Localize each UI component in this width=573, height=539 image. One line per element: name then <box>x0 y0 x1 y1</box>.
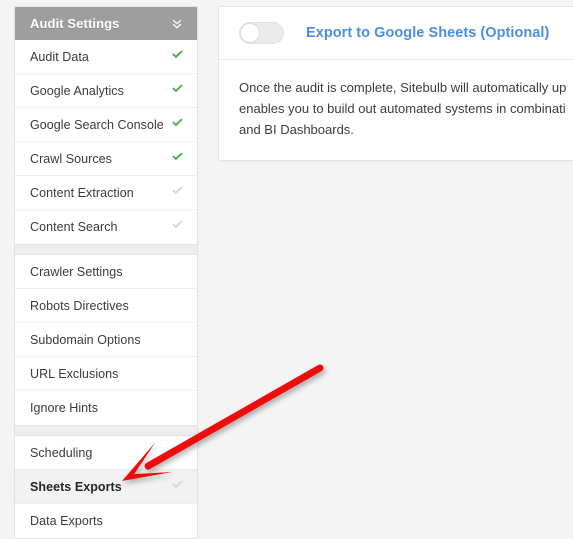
nav-group: Audit Data Google Analytics Google Search … <box>15 40 197 244</box>
nav-group-separator <box>15 425 197 436</box>
sidebar-item-label: Data Exports <box>30 514 103 528</box>
nav-group-separator <box>15 244 197 255</box>
sidebar-item-label: Ignore Hints <box>30 401 98 415</box>
export-to-google-sheets-toggle[interactable] <box>239 22 284 44</box>
sidebar-item-scheduling[interactable]: Scheduling <box>15 436 197 470</box>
panel-description: Once the audit is complete, Sitebulb wil… <box>219 60 573 160</box>
sidebar-item-content-extraction[interactable]: Content Extraction <box>15 176 197 210</box>
sidebar-item-data-exports[interactable]: Data Exports <box>15 504 197 538</box>
checkmark-icon <box>171 150 184 168</box>
sidebar-header-title: Audit Settings <box>30 16 120 31</box>
sidebar-item-audit-data[interactable]: Audit Data <box>15 40 197 74</box>
sidebar-item-label: Google Search Console <box>30 117 164 132</box>
sidebar-item-sheets-exports[interactable]: Sheets Exports <box>15 470 197 504</box>
sidebar-item-url-exclusions[interactable]: URL Exclusions <box>15 357 197 391</box>
sidebar-item-label: Sheets Exports <box>30 479 122 494</box>
checkmark-icon <box>171 478 184 496</box>
checkmark-icon <box>171 184 184 202</box>
sidebar-item-label: Subdomain Options <box>30 332 141 347</box>
sidebar-item-label: Crawl Sources <box>30 151 112 166</box>
sidebar-item-google-analytics[interactable]: Google Analytics <box>15 74 197 108</box>
checkmark-icon <box>171 218 184 236</box>
sheets-export-panel: Export to Google Sheets (Optional) Once … <box>218 6 573 161</box>
description-line-3: and BI Dashboards. <box>239 122 354 137</box>
sidebar-item-label: Audit Data <box>30 49 89 64</box>
checkmark-icon <box>171 82 184 100</box>
audit-settings-sidebar: Audit Settings Audit Data Google Analytic… <box>14 6 198 539</box>
description-line-1: Once the audit is complete, Sitebulb wil… <box>239 80 567 95</box>
nav-group: Crawler Settings Robots Directives Subdoma… <box>15 255 197 425</box>
double-chevron-down-icon[interactable] <box>170 17 184 31</box>
sidebar-item-crawler-settings[interactable]: Crawler Settings <box>15 255 197 289</box>
checkmark-icon <box>171 48 184 66</box>
sidebar-item-label: Scheduling <box>30 445 93 460</box>
toggle-knob <box>240 23 260 43</box>
panel-title: Export to Google Sheets (Optional) <box>306 25 550 41</box>
sidebar-header[interactable]: Audit Settings <box>15 7 197 40</box>
sidebar-item-google-search-console[interactable]: Google Search Console <box>15 108 197 142</box>
sidebar-item-subdomain-options[interactable]: Subdomain Options <box>15 323 197 357</box>
sidebar-item-robots-directives[interactable]: Robots Directives <box>15 289 197 323</box>
sidebar-item-label: Robots Directives <box>30 298 129 313</box>
sidebar-item-label: Crawler Settings <box>30 264 123 279</box>
checkmark-icon <box>171 116 184 134</box>
settings-page: Audit Settings Audit Data Google Analytic… <box>0 0 573 539</box>
sidebar-item-content-search[interactable]: Content Search <box>15 210 197 244</box>
sidebar-item-label: Google Analytics <box>30 83 124 98</box>
panel-header-row: Export to Google Sheets (Optional) <box>219 7 573 60</box>
sidebar-item-label: URL Exclusions <box>30 366 119 381</box>
nav-group: Scheduling Sheets Exports Data Exports <box>15 436 197 538</box>
sidebar-item-label: Content Extraction <box>30 185 134 200</box>
sidebar-item-label: Content Search <box>30 220 118 234</box>
sidebar-nav: Audit Data Google Analytics Google Search … <box>15 40 197 538</box>
sidebar-item-ignore-hints[interactable]: Ignore Hints <box>15 391 197 425</box>
sidebar-item-crawl-sources[interactable]: Crawl Sources <box>15 142 197 176</box>
description-line-2: enables you to build out automated syste… <box>239 101 566 116</box>
